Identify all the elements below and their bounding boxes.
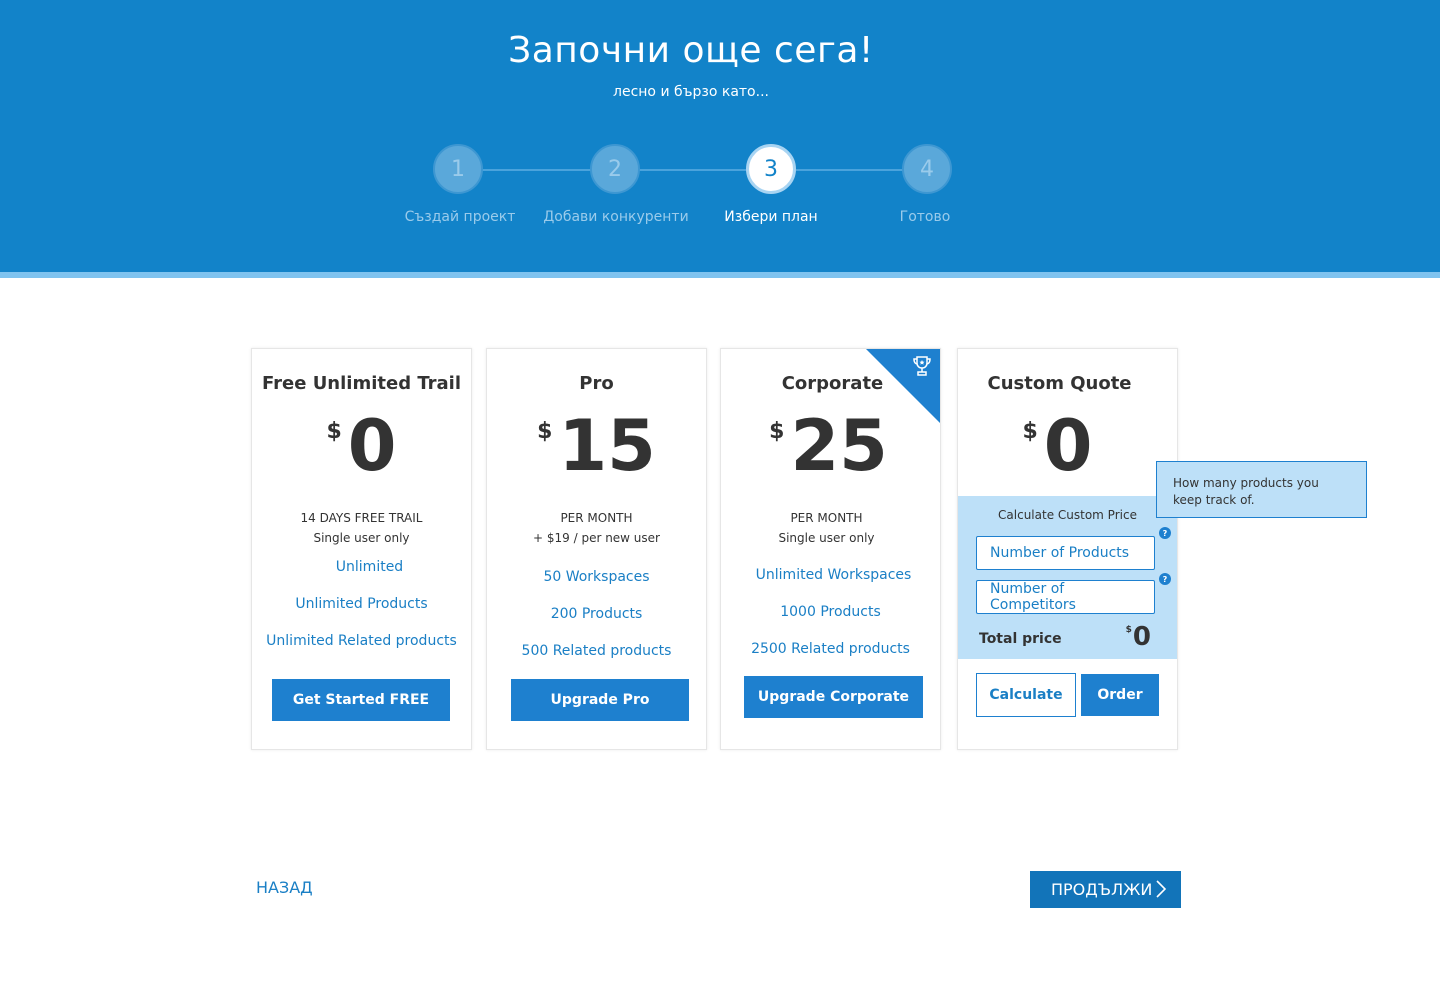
price-value: 15 xyxy=(558,405,656,487)
price-value: 25 xyxy=(790,405,888,487)
step-4-circle[interactable]: 4 xyxy=(902,144,952,194)
step-3-label: Избери план xyxy=(724,209,818,225)
plan-title: Corporate xyxy=(781,373,884,394)
price-value: 0 xyxy=(347,405,397,487)
upgrade-corporate-button[interactable]: Upgrade Corporate xyxy=(744,676,923,718)
currency-symbol: $ xyxy=(769,419,785,444)
plan-card-custom: Custom Quote $0 Calculate Custom Price N… xyxy=(957,348,1178,750)
total-price-value: $0 xyxy=(1126,624,1151,650)
products-tooltip: How many products you keep track of. xyxy=(1156,461,1367,518)
total-value: 0 xyxy=(1132,622,1151,652)
plan-users: Single user only xyxy=(778,531,875,545)
currency-symbol: $ xyxy=(537,419,553,444)
products-count-input[interactable]: Number of Products xyxy=(976,536,1155,570)
plan-title: Free Unlimited Trail xyxy=(261,373,462,394)
calculator-title: Calculate Custom Price xyxy=(998,508,1137,522)
order-button[interactable]: Order xyxy=(1081,674,1159,716)
plan-feature: Unlimited xyxy=(335,559,404,575)
plan-card-corporate: Corporate $25 PER MONTH Single user only… xyxy=(720,348,941,750)
plan-price: $25 xyxy=(721,411,938,481)
plan-title: Custom Quote xyxy=(987,373,1132,394)
step-3-circle[interactable]: 3 xyxy=(746,144,796,194)
hero-divider xyxy=(0,272,1440,278)
plan-feature: Unlimited Related products xyxy=(266,633,457,649)
page-title: Започни още сега! xyxy=(508,30,874,71)
currency-symbol: $ xyxy=(1022,419,1038,444)
help-icon[interactable]: ? xyxy=(1159,573,1171,585)
plan-feature: 500 Related products xyxy=(521,643,672,659)
hero-header: Започни още сега! лесно и бързо като... … xyxy=(0,0,1440,272)
page-subtitle: лесно и бързо като... xyxy=(613,84,769,100)
plan-feature: 1000 Products xyxy=(780,604,881,620)
total-price-label: Total price xyxy=(979,631,1062,647)
plan-price: $0 xyxy=(958,411,1167,481)
plan-period: 14 DAYS FREE TRAIL xyxy=(300,511,423,525)
plan-users: Single user only xyxy=(313,531,410,545)
plan-card-free: Free Unlimited Trail $0 14 DAYS FREE TRA… xyxy=(251,348,472,750)
calculate-button[interactable]: Calculate xyxy=(976,673,1076,717)
continue-label: ПРОДЪЛЖИ xyxy=(1051,880,1153,899)
plan-feature: Unlimited Workspaces xyxy=(755,567,912,583)
get-started-free-button[interactable]: Get Started FREE xyxy=(272,679,450,721)
help-icon[interactable]: ? xyxy=(1159,527,1171,539)
step-2-label: Добави конкуренти xyxy=(543,209,689,225)
upgrade-pro-button[interactable]: Upgrade Pro xyxy=(511,679,689,721)
plan-title: Pro xyxy=(579,373,614,394)
step-4-label: Готово xyxy=(899,209,951,225)
plan-feature: 2500 Related products xyxy=(751,641,910,657)
step-2-circle[interactable]: 2 xyxy=(590,144,640,194)
plan-card-pro: Pro $15 PER MONTH + $19 / per new user 5… xyxy=(486,348,707,750)
continue-button[interactable]: ПРОДЪЛЖИ xyxy=(1030,871,1181,908)
plan-period: PER MONTH xyxy=(560,511,633,525)
plan-feature: Unlimited Products xyxy=(295,596,428,612)
plan-feature: 50 Workspaces xyxy=(543,569,650,585)
currency-symbol: $ xyxy=(1125,625,1132,635)
step-1-circle[interactable]: 1 xyxy=(433,144,483,194)
plan-price: $15 xyxy=(487,411,706,481)
competitors-count-input[interactable]: Number of Competitors xyxy=(976,580,1155,614)
price-value: 0 xyxy=(1043,405,1093,487)
currency-symbol: $ xyxy=(326,419,342,444)
chevron-right-icon xyxy=(1155,879,1167,903)
plan-feature: 200 Products xyxy=(550,606,643,622)
plan-price: $0 xyxy=(252,411,471,481)
back-link[interactable]: НАЗАД xyxy=(256,878,313,897)
plan-period: PER MONTH xyxy=(790,511,863,525)
step-1-label: Създай проект xyxy=(404,209,516,225)
steps-connector xyxy=(458,169,928,171)
custom-price-calculator: Calculate Custom Price Number of Product… xyxy=(958,496,1177,659)
plan-users: + $19 / per new user xyxy=(533,531,660,545)
